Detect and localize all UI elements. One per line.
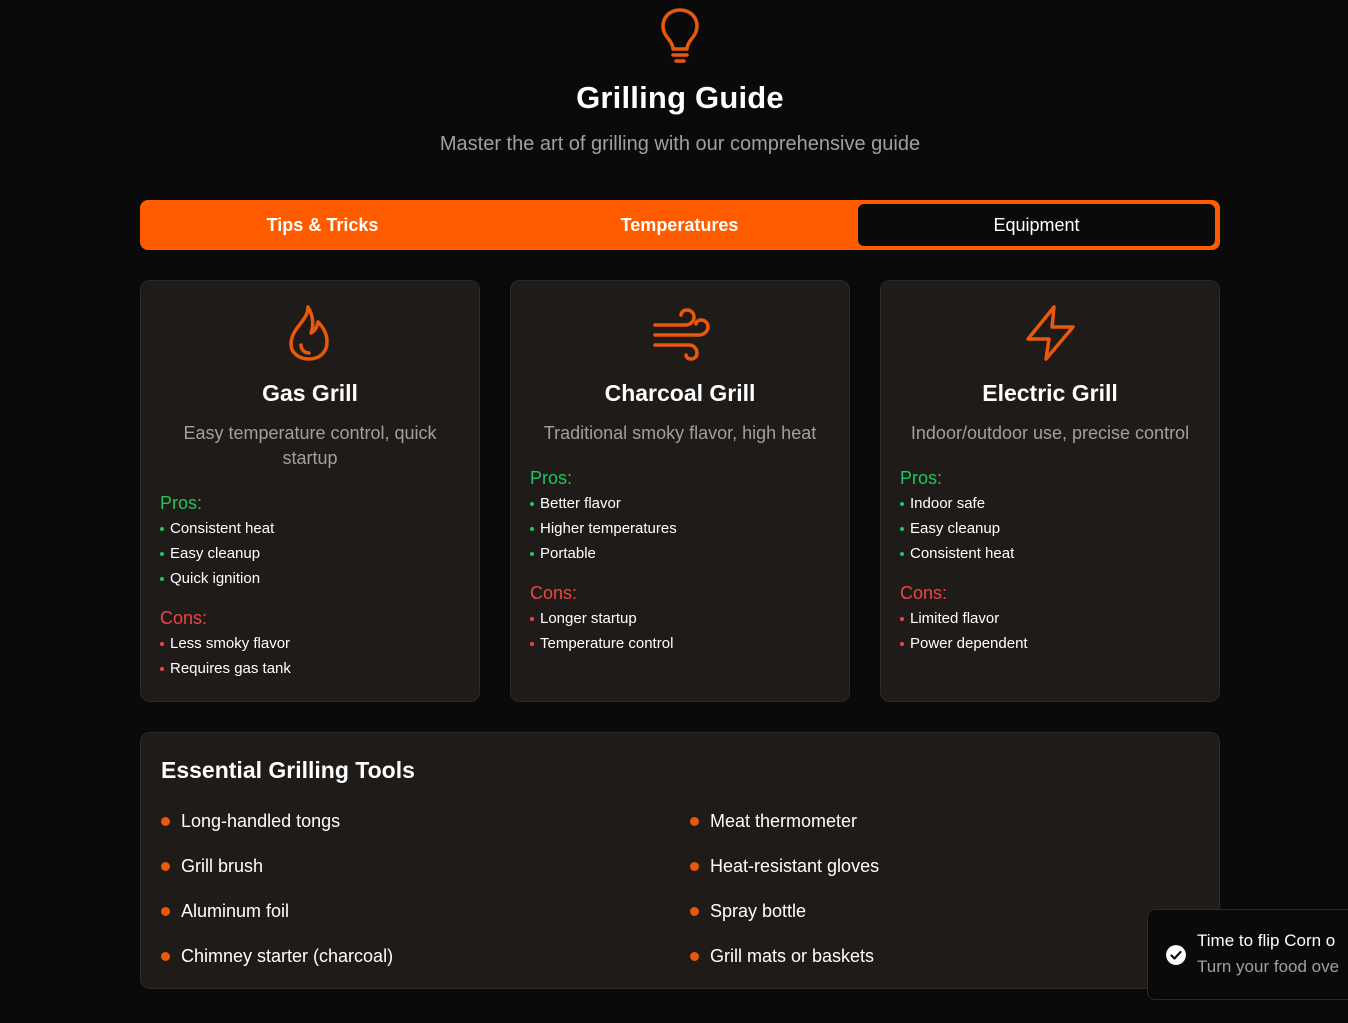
flame-icon xyxy=(289,305,329,361)
cons-label: Cons: xyxy=(160,608,208,628)
pro-item: Indoor safe xyxy=(900,491,1200,516)
con-item: Power dependent xyxy=(900,631,1200,656)
pro-item: Quick ignition xyxy=(160,566,460,591)
toast-title: Time to flip Corn o xyxy=(1197,931,1336,950)
tool-item: Long-handled tongs xyxy=(161,809,340,834)
tool-item: Heat-resistant gloves xyxy=(690,854,879,879)
tool-item: Grill mats or baskets xyxy=(690,944,874,969)
toast-description: Turn your food ove xyxy=(1197,957,1340,976)
card-description: Traditional smoky flavor, high heat xyxy=(543,423,817,443)
pros-section: Pros: Better flavor Higher temperatures … xyxy=(530,466,830,566)
page-title: Grilling Guide xyxy=(576,80,784,115)
pro-item: Consistent heat xyxy=(900,541,1200,566)
con-item: Requires gas tank xyxy=(160,656,460,681)
con-item: Limited flavor xyxy=(900,606,1200,631)
lightbulb-icon xyxy=(661,8,699,63)
pro-item: Better flavor xyxy=(530,491,830,516)
tools-title: Essential Grilling Tools xyxy=(161,757,415,783)
con-item: Less smoky flavor xyxy=(160,631,460,656)
pro-item: Easy cleanup xyxy=(900,516,1200,541)
pro-item: Consistent heat xyxy=(160,516,460,541)
pros-section: Pros: Indoor safe Easy cleanup Consisten… xyxy=(900,466,1200,566)
cons-section: Cons: Limited flavor Power dependent xyxy=(900,581,1200,656)
tab-temperatures[interactable]: Temperatures xyxy=(501,204,858,246)
tool-item: Chimney starter (charcoal) xyxy=(161,944,393,969)
con-item: Temperature control xyxy=(530,631,830,656)
toast-notification[interactable]: Time to flip Corn o Turn your food ove xyxy=(1147,909,1348,1000)
card-charcoal-grill: Charcoal Grill Traditional smoky flavor,… xyxy=(510,280,850,702)
card-title: Charcoal Grill xyxy=(604,380,756,406)
tool-item: Meat thermometer xyxy=(690,809,857,834)
card-description: Indoor/outdoor use, precise control xyxy=(910,423,1190,443)
page-subtitle: Master the art of grilling with our comp… xyxy=(439,133,921,155)
pros-label: Pros: xyxy=(160,493,203,513)
essential-tools-panel: Essential Grilling Tools Long-handled to… xyxy=(140,732,1220,989)
pros-label: Pros: xyxy=(530,468,573,488)
cons-section: Cons: Longer startup Temperature control xyxy=(530,581,830,656)
pro-item: Easy cleanup xyxy=(160,541,460,566)
tab-tips-tricks[interactable]: Tips & Tricks xyxy=(144,204,501,246)
cons-label: Cons: xyxy=(530,583,578,603)
con-item: Longer startup xyxy=(530,606,830,631)
check-circle-icon xyxy=(1166,945,1186,965)
cons-section: Cons: Less smoky flavor Requires gas tan… xyxy=(160,606,460,681)
page: Grilling Guide Master the art of grillin… xyxy=(0,0,1348,1023)
pro-item: Higher temperatures xyxy=(530,516,830,541)
tab-bar: Tips & Tricks Temperatures Equipment xyxy=(140,200,1220,250)
lightning-icon xyxy=(1026,305,1075,361)
tool-item: Grill brush xyxy=(161,854,263,879)
pros-label: Pros: xyxy=(900,468,943,488)
card-title: Gas Grill xyxy=(262,380,358,406)
card-electric-grill: Electric Grill Indoor/outdoor use, preci… xyxy=(880,280,1220,702)
card-gas-grill: Gas Grill Easy temperature control, quic… xyxy=(140,280,480,702)
pro-item: Portable xyxy=(530,541,830,566)
tool-item: Aluminum foil xyxy=(161,899,289,924)
card-description: Easy temperature control, quick startup xyxy=(183,423,437,468)
cons-label: Cons: xyxy=(900,583,948,603)
tab-equipment[interactable]: Equipment xyxy=(858,204,1215,246)
card-title: Electric Grill xyxy=(982,380,1118,406)
wind-icon xyxy=(653,308,710,361)
tool-item: Spray bottle xyxy=(690,899,806,924)
pros-section: Pros: Consistent heat Easy cleanup Quick… xyxy=(160,491,460,591)
